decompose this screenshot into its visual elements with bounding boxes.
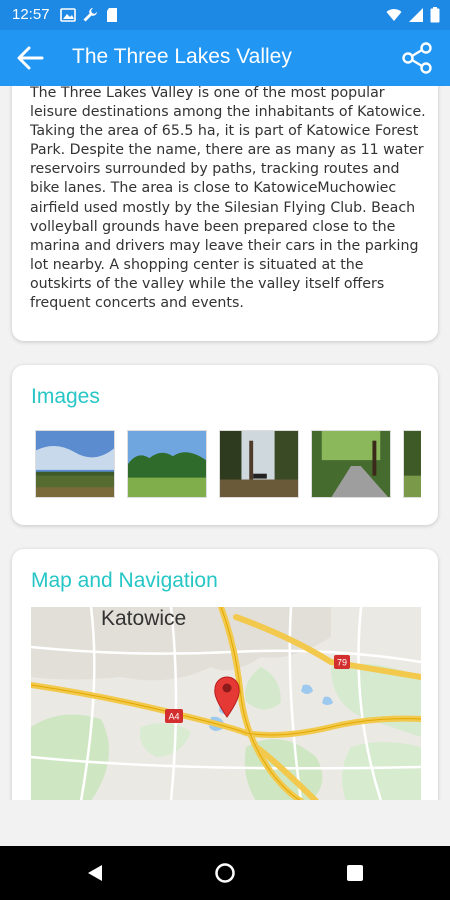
home-circle-icon[interactable] (214, 862, 236, 884)
gallery-image-2[interactable] (127, 430, 207, 498)
map-canvas: A4 79 (31, 607, 421, 800)
status-time: 12:57 (12, 6, 50, 23)
road-shield-79: 79 (337, 658, 347, 668)
location-pin-icon[interactable] (214, 676, 240, 718)
sd-card-icon (107, 8, 117, 22)
back-triangle-icon[interactable] (84, 862, 106, 884)
signal-icon (409, 8, 423, 22)
image-icon (60, 8, 76, 22)
wifi-icon (386, 9, 402, 21)
map-city-label: Katowice (101, 607, 187, 630)
status-bar: 12:57 (0, 0, 450, 30)
map-view[interactable]: A4 79 Katowice (31, 607, 421, 800)
page-title: The Three Lakes Valley (72, 45, 292, 68)
recents-square-icon[interactable] (344, 862, 366, 884)
image-gallery[interactable] (35, 430, 421, 500)
content-scroll[interactable]: The Three Lakes Valley is one of the mos… (0, 86, 450, 800)
battery-icon (430, 7, 440, 23)
gallery-image-5[interactable] (403, 430, 421, 498)
gallery-image-1[interactable] (35, 430, 115, 498)
images-card: Images (12, 365, 438, 525)
description-text: The Three Lakes Valley is one of the mos… (30, 86, 426, 312)
bottom-spacer (0, 800, 450, 846)
road-shield-a4: A4 (168, 712, 179, 722)
app-bar: The Three Lakes Valley (0, 30, 450, 86)
system-nav-bar (0, 846, 450, 900)
status-icons-left (60, 7, 120, 23)
map-title: Map and Navigation (31, 569, 218, 592)
gallery-image-4[interactable] (311, 430, 391, 498)
images-title: Images (31, 385, 100, 408)
share-icon[interactable] (400, 41, 434, 75)
description-card: The Three Lakes Valley is one of the mos… (12, 86, 438, 341)
wrench-icon (83, 8, 97, 22)
gallery-image-3[interactable] (219, 430, 299, 498)
back-arrow-icon[interactable] (14, 42, 46, 74)
map-card: Map and Navigation A4 79 Katowice (12, 549, 438, 800)
status-icons-right (386, 7, 440, 23)
